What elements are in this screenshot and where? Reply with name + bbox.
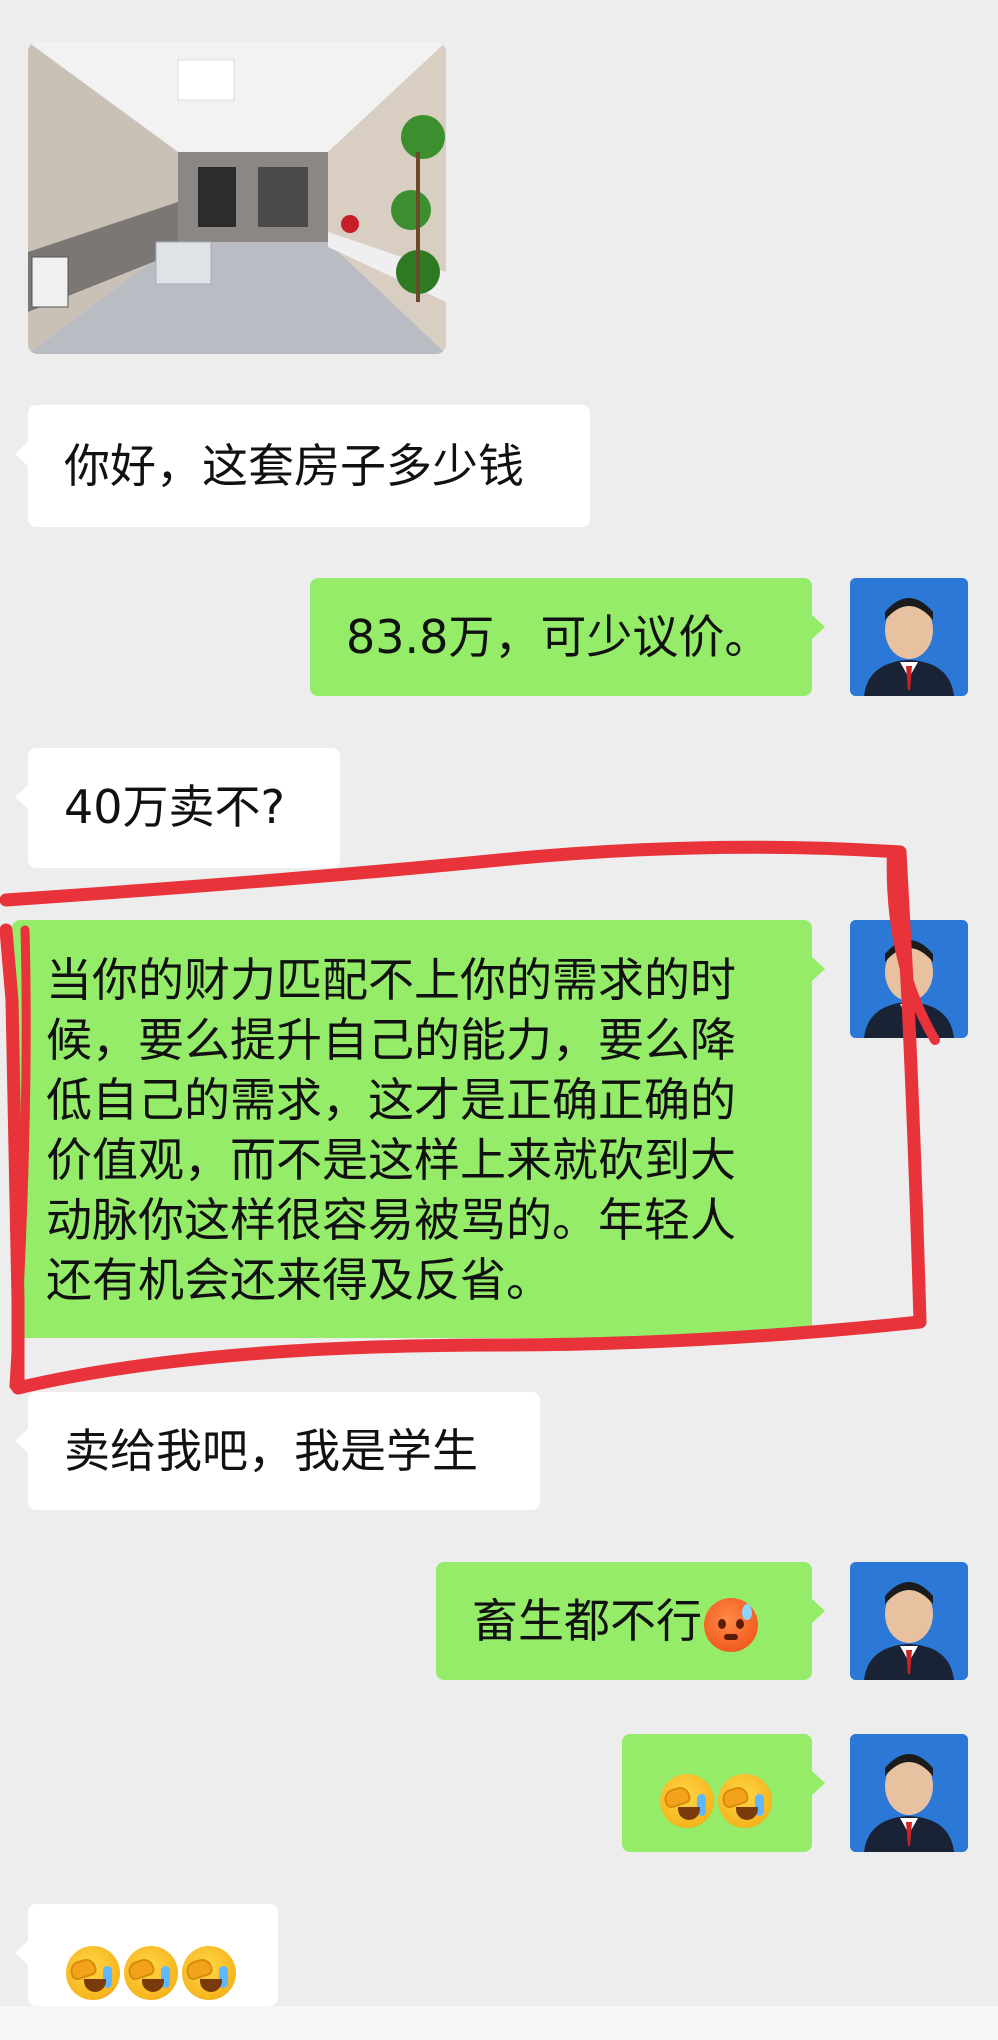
incoming-emoji-bubble[interactable] bbox=[15, 1904, 278, 2006]
incoming-message-bubble[interactable]: 卖给我吧，我是学生 bbox=[15, 1392, 540, 1510]
face-palm-emoji-icon bbox=[124, 1945, 178, 2000]
avatar-portrait-icon bbox=[850, 1562, 968, 1680]
red-highlight-annotation bbox=[0, 840, 940, 1395]
face-palm-emoji-icon bbox=[718, 1773, 772, 1828]
face-palm-emoji-icon bbox=[182, 1945, 236, 2000]
input-bar-edge bbox=[0, 2006, 998, 2040]
face-palm-emoji-icon bbox=[66, 1945, 120, 2000]
sender-avatar[interactable] bbox=[850, 1734, 968, 1852]
message-text: 卖给我吧，我是学生 bbox=[64, 1424, 478, 1478]
face-palm-emoji-icon bbox=[660, 1773, 714, 1828]
sender-avatar[interactable] bbox=[850, 1562, 968, 1680]
avatar-portrait-icon bbox=[850, 1734, 968, 1852]
anxious-sweat-emoji-icon bbox=[704, 1597, 758, 1652]
outgoing-emoji-bubble[interactable] bbox=[622, 1734, 825, 1852]
outgoing-message-bubble[interactable]: 畜生都不行 bbox=[436, 1562, 825, 1680]
message-text: 畜生都不行 bbox=[472, 1594, 702, 1648]
